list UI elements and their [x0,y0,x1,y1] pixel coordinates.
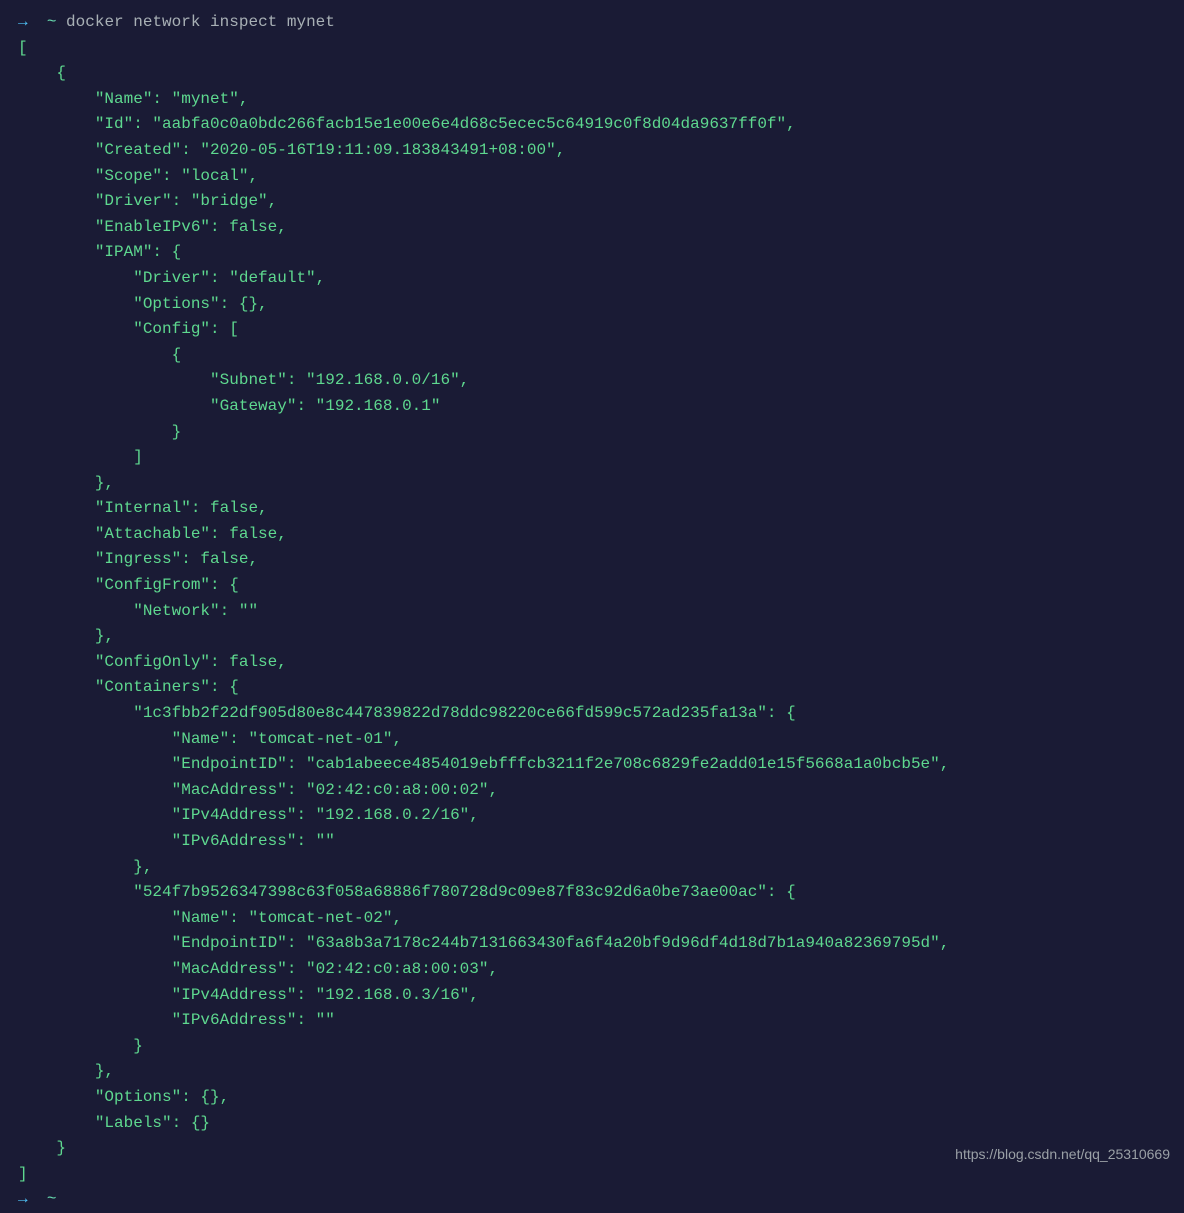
output-line: "Options": {}, [18,1088,229,1106]
output-line: "EnableIPv6": false, [18,218,287,236]
output-line: } [18,423,181,441]
terminal[interactable]: → ~ docker network inspect mynet [ { "Na… [18,10,1166,1213]
output-line: "Labels": {} [18,1114,210,1132]
command-text: docker network inspect mynet [66,13,335,31]
output-line: "IPv6Address": "" [18,1011,335,1029]
output-line: "EndpointID": "63a8b3a7178c244b713166343… [18,934,949,952]
output-line: "Name": "mynet", [18,90,248,108]
output-line: "IPv6Address": "" [18,832,335,850]
output-line: ] [18,1165,28,1183]
output-line: "Internal": false, [18,499,268,517]
prompt-arrow: → [18,13,28,31]
output-line: "1c3fbb2f22df905d80e8c447839822d78ddc982… [18,704,796,722]
output-line: "MacAddress": "02:42:c0:a8:00:03", [18,960,498,978]
output-line: "Scope": "local", [18,167,258,185]
output-line: [ [18,39,28,57]
output-line: "ConfigFrom": { [18,576,239,594]
output-line: { [18,346,181,364]
output-line: "EndpointID": "cab1abeece4854019ebfffcb3… [18,755,949,773]
output-line: "524f7b9526347398c63f058a68886f780728d9c… [18,883,796,901]
output-line: } [18,1139,66,1157]
output-line: ] [18,448,143,466]
output-line: "Options": {}, [18,295,268,313]
prompt-tilde: ~ [47,1190,57,1208]
output-line: }, [18,627,114,645]
output-line: "Driver": "bridge", [18,192,277,210]
output-line: "Name": "tomcat-net-02", [18,909,402,927]
output-line: } [18,1037,143,1055]
output-line: "Ingress": false, [18,550,258,568]
output-line: "Containers": { [18,678,239,696]
output-line: "Created": "2020-05-16T19:11:09.18384349… [18,141,565,159]
watermark-text: https://blog.csdn.net/qq_25310669 [955,1143,1170,1165]
output-line: }, [18,1062,114,1080]
output-line: "Attachable": false, [18,525,287,543]
output-line: "Id": "aabfa0c0a0bdc266facb15e1e00e6e4d6… [18,115,796,133]
output-line: "IPAM": { [18,243,181,261]
output-line: "Driver": "default", [18,269,325,287]
prompt-arrow: → [18,1190,28,1208]
output-line: "Config": [ [18,320,239,338]
output-line: "ConfigOnly": false, [18,653,287,671]
output-line: "Subnet": "192.168.0.0/16", [18,371,469,389]
output-line: "Network": "" [18,602,258,620]
output-line: "Gateway": "192.168.0.1" [18,397,440,415]
output-line: "IPv4Address": "192.168.0.2/16", [18,806,479,824]
output-line: "MacAddress": "02:42:c0:a8:00:02", [18,781,498,799]
prompt-tilde: ~ [47,13,57,31]
output-line: }, [18,474,114,492]
output-line: "Name": "tomcat-net-01", [18,730,402,748]
output-line: "IPv4Address": "192.168.0.3/16", [18,986,479,1004]
output-line: }, [18,858,152,876]
output-line: { [18,64,66,82]
